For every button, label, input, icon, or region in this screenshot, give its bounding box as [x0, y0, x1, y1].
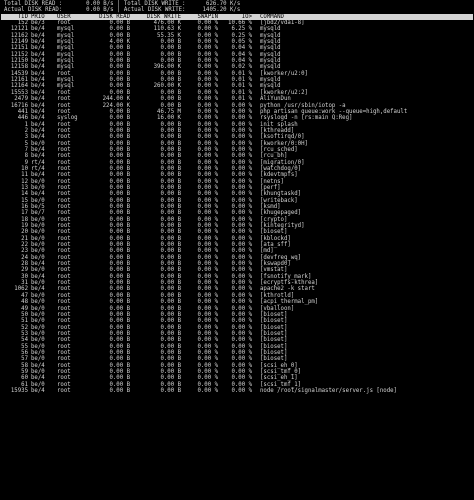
row-command: node /root/signalmaster/server.js [node]	[260, 387, 397, 394]
row-disk-write: 0.00 B	[160, 387, 181, 394]
row-disk-read: 0.00 B	[109, 387, 130, 394]
process-list: 152 be/3 root 0.00 B 476.00 K 0.00 % 10.66 % [j…	[0, 20, 474, 394]
row-io: 0.00 %	[231, 387, 252, 394]
row-swapin: 0.00 %	[197, 387, 218, 394]
iotop-terminal: Total DISK READ : 0.00 B/s | Total DISK …	[0, 0, 474, 500]
row-tid: 15935	[10, 387, 28, 394]
row-prio: be/4	[31, 387, 45, 394]
row-user: root	[57, 387, 71, 394]
process-row[interactable]: 15935 be/4 root 0.00 B 0.00 B 0.00 % 0.00 % nod…	[0, 388, 474, 394]
